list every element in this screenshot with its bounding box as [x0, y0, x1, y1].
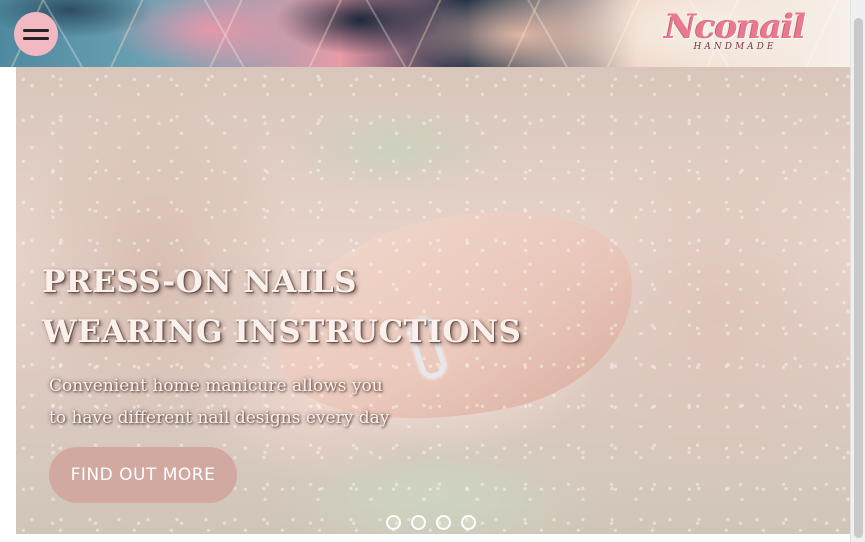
slider-pagination: [386, 515, 476, 530]
hamburger-menu-icon: [23, 28, 49, 32]
site-logo[interactable]: Nconail HANDMADE: [650, 8, 820, 62]
menu-button[interactable]: [14, 12, 58, 56]
hero-subtitle-line: to have different nail designs every day: [49, 408, 390, 428]
logo-wordmark: Nconail: [664, 7, 806, 47]
page-scrollbar[interactable]: [850, 0, 865, 542]
slide-dot-2[interactable]: [411, 515, 426, 530]
slide-dot-4[interactable]: [461, 515, 476, 530]
hero-title-line: PRESS-ON NAILS: [42, 264, 358, 300]
site-header: Nconail HANDMADE: [0, 0, 850, 67]
find-out-more-button[interactable]: FIND OUT MORE: [49, 447, 237, 503]
hero-subtitle-line: Convenient home manicure allows you: [49, 376, 383, 396]
slide-dot-1[interactable]: [386, 515, 401, 530]
hero-title: PRESS-ON NAILS WEARING INSTRUCTIONS: [42, 257, 521, 357]
hero-title-line: WEARING INSTRUCTIONS: [42, 314, 522, 350]
hamburger-menu-icon-bar: [23, 36, 49, 40]
hero-slide: PRESS-ON NAILS WEARING INSTRUCTIONS Conv…: [16, 67, 850, 534]
scrollbar-thumb[interactable]: [854, 18, 863, 538]
slide-dot-3[interactable]: [436, 515, 451, 530]
hero-subtitle: Convenient home manicure allows you to h…: [49, 370, 390, 434]
